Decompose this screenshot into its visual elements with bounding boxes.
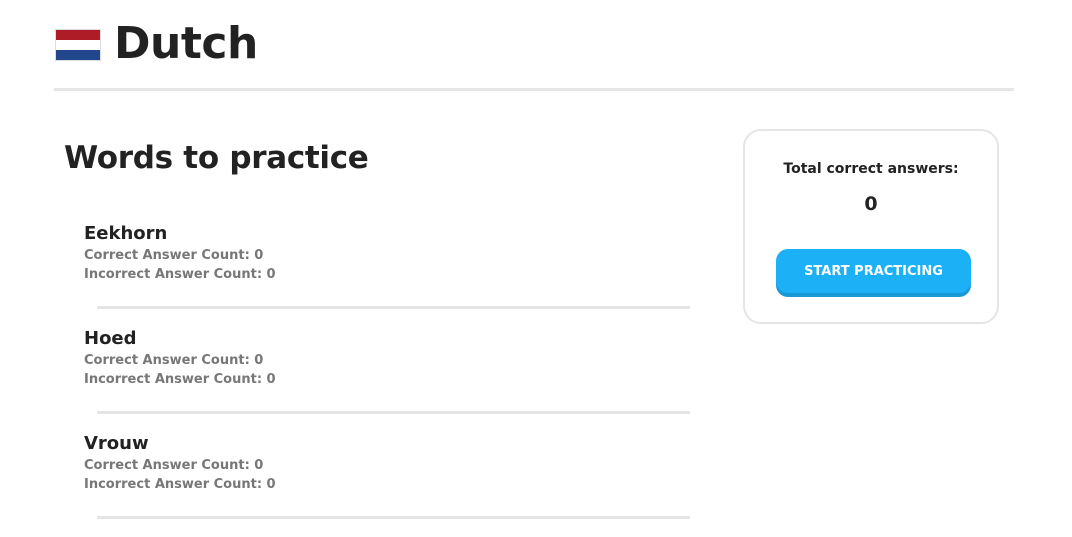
word-list: Eekhorn Correct Answer Count: 0 Incorrec… bbox=[84, 222, 690, 537]
divider bbox=[97, 411, 690, 414]
start-practicing-button[interactable]: START PRACTICING bbox=[776, 249, 971, 293]
incorrect-count: Incorrect Answer Count: 0 bbox=[84, 477, 276, 492]
stats-card: Total correct answers: 0 START PRACTICIN… bbox=[743, 129, 999, 324]
total-correct-label: Total correct answers: bbox=[783, 161, 959, 177]
correct-count: Correct Answer Count: 0 bbox=[84, 458, 264, 473]
divider bbox=[97, 516, 690, 519]
page-title: Dutch bbox=[114, 18, 258, 69]
incorrect-count: Incorrect Answer Count: 0 bbox=[84, 267, 276, 282]
correct-count: Correct Answer Count: 0 bbox=[84, 353, 264, 368]
page-header: Dutch bbox=[54, 18, 1014, 91]
word-name: Eekhorn bbox=[84, 223, 168, 244]
word-item-eekhorn: Eekhorn Correct Answer Count: 0 Incorrec… bbox=[84, 222, 690, 327]
word-name: Vrouw bbox=[84, 433, 149, 454]
incorrect-count: Incorrect Answer Count: 0 bbox=[84, 372, 276, 387]
total-correct-value: 0 bbox=[864, 193, 878, 215]
word-item-vrouw: Vrouw Correct Answer Count: 0 Incorrect … bbox=[84, 432, 690, 537]
word-name: Hoed bbox=[84, 328, 137, 349]
correct-count: Correct Answer Count: 0 bbox=[84, 248, 264, 263]
words-section-title: Words to practice bbox=[64, 140, 369, 176]
flag-stripe-white bbox=[56, 40, 100, 50]
flag-stripe-blue bbox=[56, 50, 100, 60]
flag-stripe-red bbox=[56, 30, 100, 40]
divider bbox=[97, 306, 690, 309]
netherlands-flag-icon bbox=[56, 30, 100, 60]
word-item-hoed: Hoed Correct Answer Count: 0 Incorrect A… bbox=[84, 327, 690, 432]
